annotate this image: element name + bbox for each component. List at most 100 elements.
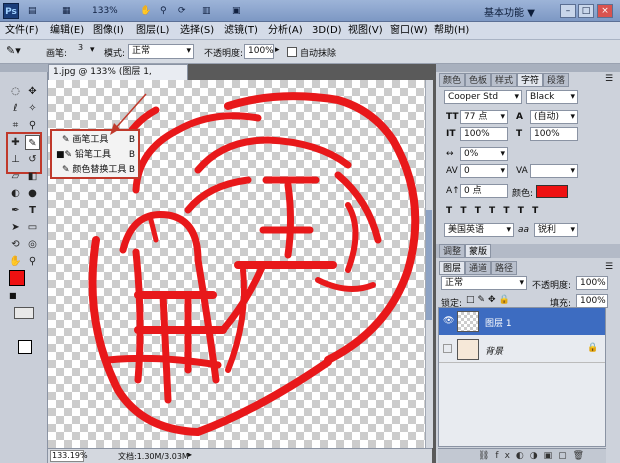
leading-input[interactable]: (自动) ▾ bbox=[530, 110, 578, 124]
antialias-select[interactable]: 锐利 ▾ bbox=[534, 223, 578, 237]
brush-size[interactable]: 3 bbox=[78, 43, 83, 52]
arrange-documents-icon[interactable]: ▥ bbox=[202, 4, 211, 18]
menu-window[interactable]: 窗口(W) bbox=[390, 24, 428, 38]
tab-masks[interactable]: 蒙版 bbox=[465, 244, 492, 258]
quick-mask-icon[interactable] bbox=[14, 307, 34, 319]
rotate-view-icon[interactable]: ⟳ bbox=[178, 4, 186, 18]
screen-mode-icon[interactable]: ▣ bbox=[232, 4, 241, 18]
marquee-tool-icon[interactable]: ◌ bbox=[8, 84, 23, 99]
shape-tool-icon[interactable]: ▭ bbox=[25, 220, 40, 235]
tab-adjustments[interactable]: 调整 bbox=[439, 244, 466, 258]
dodge-tool-icon[interactable]: ● bbox=[25, 186, 40, 201]
lock-icons[interactable]: □✎✥🔒 bbox=[466, 295, 513, 305]
vertical-scale-input[interactable]: 100% bbox=[460, 127, 508, 141]
tracking-alt-input[interactable]: ▾ bbox=[530, 164, 578, 178]
tab-paragraph[interactable]: 段落 bbox=[543, 73, 570, 87]
font-style-select[interactable]: Black ▾ bbox=[526, 90, 578, 104]
fill-input[interactable]: 100% bbox=[576, 294, 608, 308]
hand-tool-icon[interactable]: ✋ bbox=[140, 4, 151, 18]
menu-layer[interactable]: 图层(L) bbox=[136, 24, 169, 38]
layer-name[interactable]: 图层 1 bbox=[485, 316, 512, 329]
lasso-tool-icon[interactable]: ℓ bbox=[8, 101, 23, 116]
language-select[interactable]: 美国英语 ▾ bbox=[444, 223, 514, 237]
tab-styles[interactable]: 样式 bbox=[491, 73, 518, 87]
status-menu-icon[interactable]: ▸ bbox=[188, 450, 192, 459]
font-size-input[interactable]: 77 点 ▾ bbox=[460, 110, 508, 124]
font-family-select[interactable]: Cooper Std ▾ bbox=[444, 90, 522, 104]
default-colors-icon[interactable]: ■ bbox=[9, 291, 17, 300]
flyout-color-replace-tool[interactable]: ✎ 颜色替换工具 B bbox=[56, 163, 138, 177]
eyedropper-tool-icon[interactable]: ⚲ bbox=[25, 118, 40, 133]
minimize-button[interactable]: – bbox=[560, 4, 576, 18]
zoom-tool-icon[interactable]: ⚲ bbox=[25, 254, 40, 269]
tracking-input[interactable]: 0% ▾ bbox=[460, 147, 508, 161]
foreground-color-swatch[interactable] bbox=[9, 270, 25, 286]
clone-stamp-tool-icon[interactable]: ⊥ bbox=[8, 152, 23, 167]
path-select-tool-icon[interactable]: ➤ bbox=[8, 220, 23, 235]
opacity-input[interactable]: 100% bbox=[244, 44, 274, 59]
kerning-input[interactable]: 0 ▾ bbox=[460, 164, 508, 178]
3d-rotate-tool-icon[interactable]: ⟲ bbox=[8, 237, 23, 252]
text-color-swatch[interactable] bbox=[536, 185, 568, 198]
brush-picker-icon[interactable]: ▾ bbox=[90, 45, 95, 55]
background-color-swatch[interactable] bbox=[18, 340, 32, 354]
tools-panel-header[interactable] bbox=[0, 64, 48, 72]
restore-button[interactable]: □ bbox=[578, 4, 594, 18]
move-tool-icon[interactable]: ✥ bbox=[25, 84, 40, 99]
crop-tool-icon[interactable]: ⌗ bbox=[8, 118, 23, 133]
type-tool-icon[interactable]: T bbox=[25, 203, 40, 218]
tab-color[interactable]: 颜色 bbox=[439, 73, 466, 87]
vertical-scrollbar-thumb[interactable] bbox=[426, 210, 432, 320]
pen-tool-icon[interactable]: ✒ bbox=[8, 203, 23, 218]
zoom-level[interactable]: 133% bbox=[92, 4, 118, 18]
view-extras-icon[interactable]: ▦ bbox=[62, 4, 71, 18]
menu-image[interactable]: 图像(I) bbox=[93, 24, 124, 38]
tab-channels[interactable]: 通道 bbox=[465, 261, 492, 275]
flyout-pencil-tool[interactable]: ■✎ 铅笔工具 B bbox=[56, 148, 138, 162]
layer-opacity-input[interactable]: 100% bbox=[576, 276, 608, 290]
tab-layers[interactable]: 图层 bbox=[439, 261, 466, 275]
status-zoom[interactable]: 133.19% bbox=[50, 450, 88, 462]
tab-paths[interactable]: 路径 bbox=[491, 261, 518, 275]
layers-footer-buttons[interactable]: ⛓fx◐◑▣▢🗑 bbox=[438, 448, 606, 463]
document-tab[interactable]: 1.jpg @ 133% (图层 1, RGB/8#) *× bbox=[48, 64, 188, 91]
3d-orbit-tool-icon[interactable]: ◎ bbox=[25, 237, 40, 252]
pencil-preset-icon[interactable]: ✎▾ bbox=[6, 44, 21, 57]
close-button[interactable]: × bbox=[597, 4, 613, 18]
menu-filter[interactable]: 滤镜(T) bbox=[224, 24, 258, 38]
quick-select-tool-icon[interactable]: ✧ bbox=[25, 101, 40, 116]
eraser-tool-icon[interactable]: ▱ bbox=[8, 169, 23, 184]
zoom-tool-icon[interactable]: ⚲ bbox=[160, 4, 167, 18]
baseline-shift-input[interactable]: 0 点 bbox=[460, 184, 508, 198]
horizontal-scale-input[interactable]: 100% bbox=[530, 127, 578, 141]
hand-tool-icon[interactable]: ✋ bbox=[8, 254, 23, 269]
menu-view[interactable]: 视图(V) bbox=[348, 24, 383, 38]
menu-file[interactable]: 文件(F) bbox=[5, 24, 39, 38]
blur-tool-icon[interactable]: ◐ bbox=[8, 186, 23, 201]
menu-select[interactable]: 选择(S) bbox=[180, 24, 214, 38]
gradient-tool-icon[interactable]: ◧ bbox=[25, 169, 40, 184]
pencil-tool-icon[interactable]: ✎ bbox=[25, 135, 40, 150]
layer-visibility-toggle[interactable] bbox=[443, 344, 452, 353]
menu-edit[interactable]: 编辑(E) bbox=[50, 24, 84, 38]
spot-healing-tool-icon[interactable]: ✚ bbox=[8, 135, 23, 150]
layer-row[interactable]: 背景 🔒 bbox=[439, 336, 605, 363]
blend-mode-select[interactable]: 正常 ▾ bbox=[441, 276, 527, 290]
panel-menu-icon[interactable]: ☰ bbox=[605, 74, 613, 84]
menu-3d[interactable]: 3D(D) bbox=[312, 24, 342, 38]
layer-name[interactable]: 背景 bbox=[485, 344, 503, 357]
tab-swatches[interactable]: 色板 bbox=[465, 73, 492, 87]
mode-select[interactable]: 正常 ▾ bbox=[128, 44, 194, 59]
text-style-buttons[interactable]: TTTTTTT bbox=[446, 206, 546, 216]
opacity-dropdown-icon[interactable]: ▸ bbox=[275, 45, 280, 55]
layer-row[interactable]: 👁 图层 1 bbox=[439, 308, 605, 335]
layer-visibility-eye-icon[interactable]: 👁 bbox=[443, 316, 454, 326]
bridge-icon[interactable]: ▤ bbox=[28, 4, 37, 18]
menu-analysis[interactable]: 分析(A) bbox=[268, 24, 303, 38]
workspace-switcher[interactable]: 基本功能 ▼ bbox=[484, 4, 535, 19]
auto-erase-checkbox[interactable] bbox=[287, 47, 297, 57]
layers-menu-icon[interactable]: ☰ bbox=[605, 262, 613, 272]
menu-help[interactable]: 帮助(H) bbox=[434, 24, 469, 38]
history-brush-tool-icon[interactable]: ↺ bbox=[25, 152, 40, 167]
panel-dock-header[interactable] bbox=[436, 64, 620, 72]
